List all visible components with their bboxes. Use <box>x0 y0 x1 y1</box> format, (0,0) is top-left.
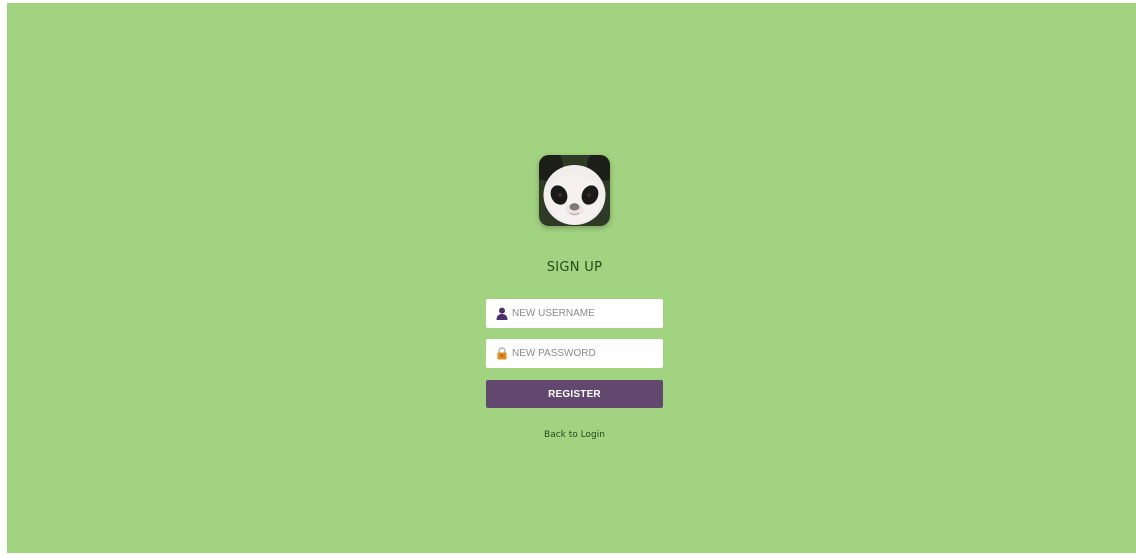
lock-icon <box>496 347 508 360</box>
back-to-login-link[interactable]: Back to Login <box>486 430 663 440</box>
user-icon <box>496 307 508 320</box>
username-field[interactable] <box>486 299 663 328</box>
page-title: SIGN UP <box>546 260 603 275</box>
password-field[interactable] <box>486 339 663 368</box>
username-input[interactable] <box>512 299 657 328</box>
register-button[interactable]: REGISTER <box>486 380 663 408</box>
panda-avatar <box>539 155 610 226</box>
page-background: SIGN UP REGISTER Back to Login <box>7 3 1136 553</box>
password-input[interactable] <box>512 339 657 368</box>
panda-image <box>539 155 610 226</box>
